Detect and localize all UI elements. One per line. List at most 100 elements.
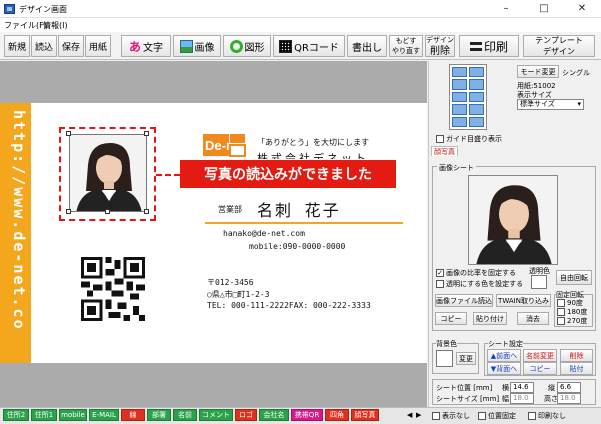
card-company[interactable]: 株式会社デネット	[257, 150, 369, 159]
erase-image-button[interactable]: 消去	[517, 312, 549, 325]
menu-file[interactable]: ファイル(F)	[4, 20, 47, 31]
guide-checkbox-row[interactable]: ガイド目盛り表示	[436, 134, 502, 144]
card-email[interactable]: hanako@de-net.com	[223, 229, 305, 238]
copy-image-button[interactable]: コピー	[435, 312, 467, 325]
rotate-270-checkbox[interactable]	[557, 317, 565, 325]
layer-chip[interactable]: 名前	[173, 409, 197, 421]
card-address[interactable]: ○県△市□町1-2-3	[207, 289, 270, 300]
background-color-change-button[interactable]: 変更	[456, 352, 476, 365]
resize-handle-ne[interactable]	[144, 131, 149, 136]
layer-chip[interactable]: 線	[121, 409, 145, 421]
shape-button[interactable]: 図形	[223, 35, 271, 57]
fix-position-checkbox[interactable]	[478, 412, 486, 420]
mode-change-button[interactable]: モード変更	[517, 65, 559, 78]
rename-button[interactable]: 名前変更	[523, 349, 557, 362]
layer-chip[interactable]: 部署	[147, 409, 171, 421]
keep-ratio-checkbox[interactable]: ✓	[436, 269, 444, 277]
tab-face-photo[interactable]: 顔写真	[431, 146, 458, 156]
template-design-button[interactable]: テンプレート デザイン	[523, 35, 595, 57]
save-button[interactable]: 保存	[58, 35, 84, 57]
keep-ratio-row[interactable]: ✓ 画像の比率を固定する	[436, 268, 516, 278]
text-button[interactable]: あ 文字	[121, 35, 171, 57]
card-divider-line[interactable]	[205, 222, 403, 224]
card-name[interactable]: 名刺 花子	[257, 197, 341, 221]
qr-label: QRコード	[294, 42, 339, 54]
paste-sheet-button[interactable]: 貼付	[560, 362, 593, 375]
layer-chip[interactable]: 住所2	[3, 409, 29, 421]
qr-button[interactable]: QRコード	[273, 35, 345, 57]
card-mobile[interactable]: mobile:090-0000-0000	[249, 242, 345, 251]
paper-button[interactable]: 用紙	[85, 35, 111, 57]
layer-chip[interactable]: コメント	[199, 409, 233, 421]
export-button[interactable]: 書出し	[347, 35, 387, 57]
hide-row[interactable]: 表示なし	[432, 411, 470, 421]
rotate-270-row[interactable]: 270度	[557, 316, 587, 326]
rotate-90-checkbox[interactable]	[557, 299, 565, 307]
guide-label: ガイド目盛り表示	[446, 135, 502, 143]
card-dept[interactable]: 営業部	[218, 204, 242, 215]
menu-info[interactable]: 情報(I)	[43, 20, 68, 31]
resize-handle-s[interactable]	[105, 209, 110, 214]
position-y-input[interactable]: 6.6	[557, 382, 581, 393]
transparent-checkbox[interactable]	[436, 280, 444, 288]
scroll-left-icon[interactable]: ◀	[407, 411, 412, 419]
background-color-swatch[interactable]	[436, 350, 453, 367]
size-width-input[interactable]: 18.0	[510, 393, 534, 404]
delete-sheet-button[interactable]: 削除	[560, 349, 593, 362]
guide-checkbox[interactable]	[436, 135, 444, 143]
export-label: 書出し	[352, 42, 382, 54]
resize-handle-se[interactable]	[144, 209, 149, 214]
undo-redo-button[interactable]: もどす やり直す	[389, 35, 423, 57]
no-print-checkbox[interactable]	[528, 412, 536, 420]
rotate-180-checkbox[interactable]	[557, 308, 565, 316]
card-tagline[interactable]: 「ありがとう」を大切にします	[257, 137, 369, 148]
read-button[interactable]: 読込	[31, 35, 57, 57]
layer-chip[interactable]: E-MAIL	[89, 409, 119, 421]
send-to-back-button[interactable]: ▼背面へ	[487, 362, 521, 375]
layer-chip[interactable]: ロゴ	[235, 409, 257, 421]
template-bottom: デザイン	[543, 47, 575, 56]
maximize-button[interactable]: □	[525, 0, 563, 18]
qr-code-icon	[279, 39, 293, 53]
scroll-right-icon[interactable]: ▶	[416, 411, 421, 419]
copy-sheet-button[interactable]: コピー	[523, 362, 557, 375]
position-x-input[interactable]: 14.6	[510, 382, 534, 393]
layer-chip[interactable]: 会社名	[259, 409, 289, 421]
layer-chip[interactable]: 住所1	[31, 409, 57, 421]
new-button[interactable]: 新規	[4, 35, 30, 57]
transparent-row[interactable]: 透明にする色を設定する	[436, 279, 523, 289]
twain-import-button[interactable]: TWAIN取り込み	[496, 294, 551, 307]
design-delete-button[interactable]: デザイン 削除	[425, 35, 455, 57]
fix-position-label: 位置固定	[488, 412, 516, 420]
no-print-row[interactable]: 印刷なし	[528, 411, 566, 421]
layer-chip[interactable]: mobile	[59, 409, 87, 421]
company-logo[interactable]: De-net	[203, 132, 247, 158]
minimize-button[interactable]: –	[487, 0, 525, 18]
transparent-color-swatch[interactable]	[531, 275, 547, 289]
layer-chip[interactable]: 四角	[325, 409, 349, 421]
card-zip[interactable]: 〒012-3456	[207, 277, 254, 288]
bring-to-front-button[interactable]: ▲前面へ	[487, 349, 521, 362]
photo-preview[interactable]	[468, 175, 558, 265]
sheet-layout-preview[interactable]	[449, 64, 487, 130]
resize-handle-sw[interactable]	[66, 209, 71, 214]
card-vertical-url[interactable]: http://www.de-net.co	[3, 110, 28, 360]
sheet-size-label: シートサイズ [mm]	[436, 395, 500, 403]
image-button[interactable]: 画像	[173, 35, 221, 57]
mobile-qr-code[interactable]	[81, 257, 145, 321]
layer-chip[interactable]: 顔写真	[351, 409, 379, 421]
card-tel-fax[interactable]: TEL: 000-111-2222FAX: 000-222-3333	[207, 301, 371, 310]
print-button[interactable]: 印刷	[459, 35, 519, 57]
size-height-input[interactable]: 18.0	[557, 393, 581, 404]
chevron-down-icon: ▾	[577, 100, 581, 108]
close-button[interactable]: ✕	[563, 0, 601, 18]
hide-checkbox[interactable]	[432, 412, 440, 420]
face-photo[interactable]	[69, 134, 147, 212]
resize-handle-nw[interactable]	[66, 131, 71, 136]
layer-chip[interactable]: 携帯QR	[291, 409, 323, 421]
load-image-file-button[interactable]: 画像ファイル読込	[435, 294, 493, 307]
paste-image-button[interactable]: 貼り付け	[473, 312, 507, 325]
free-rotate-button[interactable]: 自由回転	[556, 270, 592, 285]
display-size-select[interactable]: 標準サイズ ▾	[517, 99, 584, 110]
fix-position-row[interactable]: 位置固定	[478, 411, 516, 421]
